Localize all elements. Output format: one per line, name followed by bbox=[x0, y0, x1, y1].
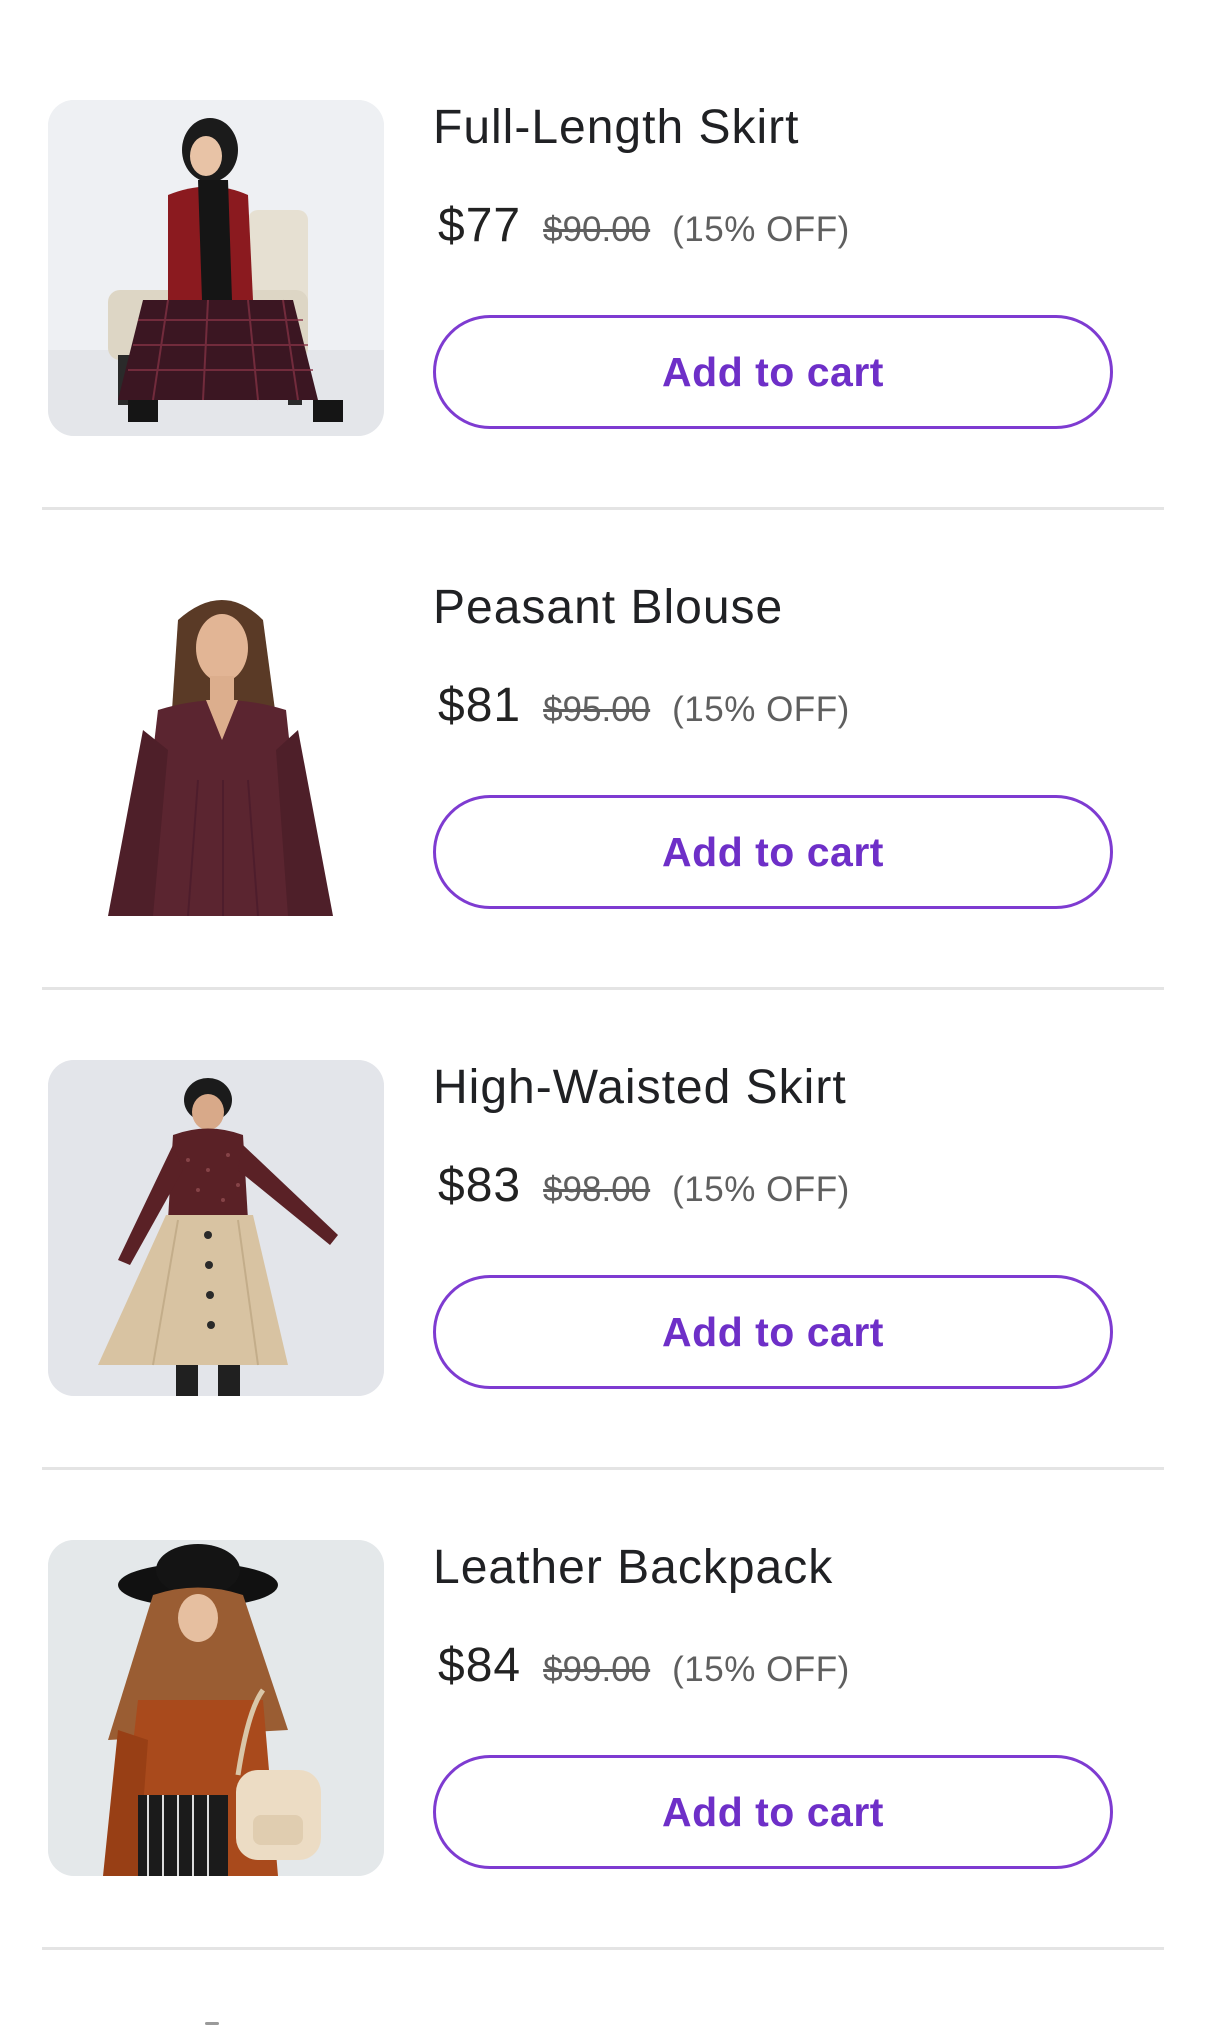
sale-price: $84 bbox=[438, 1639, 522, 1692]
original-price: $95.00 bbox=[543, 690, 651, 729]
original-price: $99.00 bbox=[543, 1650, 651, 1689]
divider bbox=[42, 1947, 1164, 1950]
original-price: $90.00 bbox=[543, 210, 651, 249]
product-image[interactable] bbox=[48, 100, 384, 436]
price-line: $81 $95.00 (15% OFF) bbox=[438, 678, 850, 738]
next-item-peek bbox=[205, 2022, 219, 2025]
product-title[interactable]: High-Waisted Skirt bbox=[433, 1058, 847, 1118]
discount-label: (15% OFF) bbox=[672, 1650, 850, 1689]
discount-label: (15% OFF) bbox=[672, 210, 850, 249]
product-card: Leather Backpack $84 $99.00 (15% OFF) Ad… bbox=[0, 1440, 1206, 1920]
discount-label: (15% OFF) bbox=[672, 690, 850, 729]
product-photo bbox=[48, 1540, 384, 1876]
add-to-cart-button[interactable]: Add to cart bbox=[433, 315, 1113, 429]
product-card: High-Waisted Skirt $83 $98.00 (15% OFF) … bbox=[0, 960, 1206, 1440]
sale-price: $77 bbox=[438, 199, 522, 252]
product-card: Full-Length Skirt $77 $90.00 (15% OFF) A… bbox=[0, 0, 1206, 480]
product-card: Peasant Blouse $81 $95.00 (15% OFF) Add … bbox=[0, 480, 1206, 960]
product-image[interactable] bbox=[48, 1540, 384, 1876]
product-photo bbox=[48, 580, 384, 916]
sale-price: $83 bbox=[438, 1159, 522, 1212]
price-line: $83 $98.00 (15% OFF) bbox=[438, 1158, 850, 1218]
add-to-cart-button[interactable]: Add to cart bbox=[433, 795, 1113, 909]
product-photo bbox=[48, 1060, 384, 1396]
product-title[interactable]: Peasant Blouse bbox=[433, 578, 783, 638]
product-title[interactable]: Leather Backpack bbox=[433, 1538, 833, 1598]
product-image[interactable] bbox=[48, 580, 384, 916]
product-title[interactable]: Full-Length Skirt bbox=[433, 98, 799, 158]
product-photo bbox=[48, 100, 384, 436]
add-to-cart-button[interactable]: Add to cart bbox=[433, 1275, 1113, 1389]
add-to-cart-button[interactable]: Add to cart bbox=[433, 1755, 1113, 1869]
sale-price: $81 bbox=[438, 679, 522, 732]
price-line: $84 $99.00 (15% OFF) bbox=[438, 1638, 850, 1698]
original-price: $98.00 bbox=[543, 1170, 651, 1209]
discount-label: (15% OFF) bbox=[672, 1170, 850, 1209]
product-image[interactable] bbox=[48, 1060, 384, 1396]
price-line: $77 $90.00 (15% OFF) bbox=[438, 198, 850, 258]
